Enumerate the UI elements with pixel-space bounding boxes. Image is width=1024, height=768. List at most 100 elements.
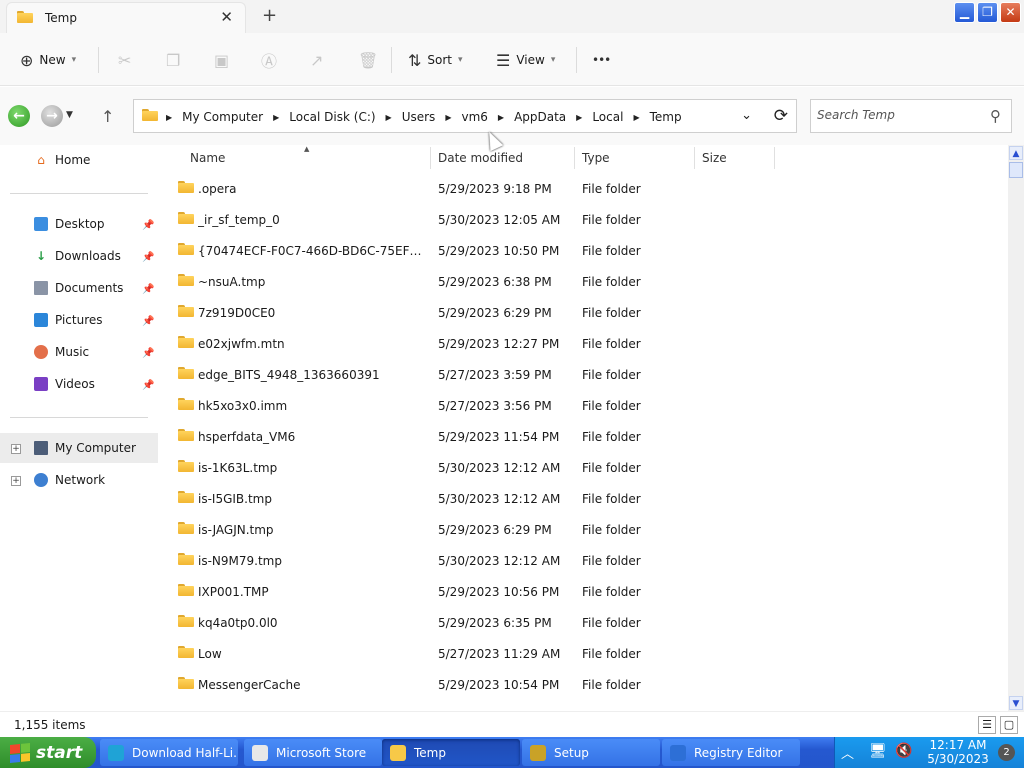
table-row[interactable]: 7z919D0CE0 5/29/2023 6:29 PM File folder xyxy=(158,297,1008,328)
table-row[interactable]: is-JAGJN.tmp 5/29/2023 6:29 PM File folder xyxy=(158,514,1008,545)
column-header-name[interactable]: Name xyxy=(190,151,225,165)
search-input[interactable] xyxy=(817,108,977,122)
notification-badge[interactable]: 2 xyxy=(998,744,1015,761)
address-bar[interactable]: ▶ My Computer ▶ Local Disk (C:) ▶ Users … xyxy=(133,99,797,133)
table-row[interactable]: kq4a0tp0.0l0 5/29/2023 6:35 PM File folder xyxy=(158,607,1008,638)
breadcrumb-separator-icon[interactable]: ▶ xyxy=(633,113,639,122)
expand-icon[interactable]: + xyxy=(11,444,21,454)
view-button[interactable]: ☰ View ▾ xyxy=(496,49,555,71)
paste-button[interactable]: ▣ xyxy=(214,49,229,71)
scroll-thumb[interactable] xyxy=(1009,162,1023,178)
recent-locations-icon[interactable]: ▼ xyxy=(66,110,73,120)
taskbar-item-label: Registry Editor xyxy=(694,745,783,760)
sidebar-item-home[interactable]: ⌂ Home xyxy=(34,153,90,167)
new-tab-button[interactable]: + xyxy=(262,5,277,26)
forward-button[interactable]: → xyxy=(41,105,63,127)
table-row[interactable]: e02xjwfm.mtn 5/29/2023 12:27 PM File folde… xyxy=(158,328,1008,359)
vertical-scrollbar[interactable]: ▲ ▼ xyxy=(1008,145,1024,711)
back-button[interactable]: ← xyxy=(8,105,30,127)
expand-icon[interactable]: + xyxy=(11,476,21,486)
new-button[interactable]: ⊕ New ▾ xyxy=(20,49,76,71)
refresh-icon[interactable]: ⟳ xyxy=(774,106,788,126)
scroll-up-icon[interactable]: ▲ xyxy=(1009,146,1023,160)
table-row[interactable]: ~nsuA.tmp 5/29/2023 6:38 PM File folder xyxy=(158,266,1008,297)
tiles-view-icon[interactable]: ▢ xyxy=(1000,716,1018,734)
table-row[interactable]: MessengerCache 5/29/2023 10:54 PM File fol… xyxy=(158,669,1008,700)
table-row[interactable]: hsperfdata_VM6 5/29/2023 11:54 PM File fol… xyxy=(158,421,1008,452)
sidebar-item-my-computer[interactable]: My Computer xyxy=(34,441,136,455)
rename-button[interactable]: Ⓐ xyxy=(261,49,277,71)
column-header-size[interactable]: Size xyxy=(702,151,727,165)
table-row[interactable]: IXP001.TMP 5/29/2023 10:56 PM File folder xyxy=(158,576,1008,607)
sidebar-item-pictures[interactable]: Pictures xyxy=(34,313,103,327)
breadcrumb-users[interactable]: Users xyxy=(402,110,436,124)
pin-icon[interactable]: 📌 xyxy=(142,316,154,327)
column-header-type[interactable]: Type xyxy=(582,151,610,165)
more-options-button[interactable]: ••• xyxy=(592,49,611,71)
table-row[interactable]: edge_BITS_4948_1363660391 5/27/2023 3:59 … xyxy=(158,359,1008,390)
pin-icon[interactable]: 📌 xyxy=(142,380,154,391)
show-hidden-icons-icon[interactable]: ︿ xyxy=(841,743,854,762)
breadcrumb-appdata[interactable]: AppData xyxy=(514,110,566,124)
breadcrumb-separator-icon[interactable]: ▶ xyxy=(576,113,582,122)
taskbar-item[interactable]: Registry Editor xyxy=(662,739,800,766)
sidebar-item-documents[interactable]: Documents xyxy=(34,281,123,295)
delete-button[interactable]: 🗑 xyxy=(358,49,378,71)
breadcrumb-separator-icon[interactable]: ▶ xyxy=(498,113,504,122)
cut-button[interactable]: ✂ xyxy=(118,49,131,71)
sidebar-item-downloads[interactable]: ↓ Downloads xyxy=(34,249,121,263)
sort-icon: ⇅ xyxy=(408,50,422,70)
breadcrumb-local[interactable]: Local xyxy=(592,110,623,124)
copy-button[interactable]: ❐ xyxy=(166,49,180,71)
start-button[interactable]: start xyxy=(0,737,96,768)
table-row[interactable]: hk5xo3x0.imm 5/27/2023 3:56 PM File folder xyxy=(158,390,1008,421)
breadcrumb-separator-icon[interactable]: ▶ xyxy=(445,113,451,122)
taskbar-item[interactable]: Temp xyxy=(382,739,520,766)
sidebar-item-label: My Computer xyxy=(55,441,136,455)
taskbar-item[interactable]: Download Half-Li... xyxy=(100,739,238,766)
breadcrumb-my-computer[interactable]: My Computer xyxy=(182,110,263,124)
breadcrumb-vm6[interactable]: vm6 xyxy=(461,110,487,124)
table-row[interactable]: {70474ECF-F0C7-466D-BD6C-75EF9CBE9... 5/2… xyxy=(158,235,1008,266)
sidebar-item-desktop[interactable]: Desktop xyxy=(34,217,105,231)
sidebar-item-network[interactable]: Network xyxy=(34,473,105,487)
breadcrumb-separator-icon[interactable]: ▶ xyxy=(273,113,279,122)
table-row[interactable]: is-N9M79.tmp 5/30/2023 12:12 AM File folde… xyxy=(158,545,1008,576)
minimize-button[interactable]: ▁ xyxy=(954,2,975,23)
tab-temp[interactable]: Temp ✕ xyxy=(6,2,246,33)
file-date: 5/29/2023 10:50 PM xyxy=(438,244,560,258)
column-header-date[interactable]: Date modified xyxy=(438,151,523,165)
breadcrumb-separator-icon[interactable]: ▶ xyxy=(166,113,172,122)
breadcrumb-local-disk[interactable]: Local Disk (C:) xyxy=(289,110,375,124)
pin-icon[interactable]: 📌 xyxy=(142,220,154,231)
scroll-down-icon[interactable]: ▼ xyxy=(1009,696,1023,710)
network-tray-icon[interactable]: 🖥 xyxy=(869,743,887,759)
search-box[interactable]: ⚲ xyxy=(810,99,1012,133)
clock[interactable]: 12:17 AM 5/30/2023 xyxy=(923,738,993,766)
breadcrumb-temp[interactable]: Temp xyxy=(650,110,682,124)
pin-icon[interactable]: 📌 xyxy=(142,252,154,263)
sidebar-item-videos[interactable]: Videos xyxy=(34,377,95,391)
breadcrumb-separator-icon[interactable]: ▶ xyxy=(386,113,392,122)
pin-icon[interactable]: 📌 xyxy=(142,284,154,295)
taskbar-item[interactable]: Microsoft Store xyxy=(244,739,382,766)
volume-muted-icon[interactable]: 🔇 xyxy=(895,743,912,759)
address-history-chevron-icon[interactable]: ⌄ xyxy=(741,108,752,123)
table-row[interactable]: .opera 5/29/2023 9:18 PM File folder xyxy=(158,173,1008,204)
details-view-icon[interactable]: ☰ xyxy=(978,716,996,734)
taskbar-item[interactable]: Setup xyxy=(522,739,660,766)
sort-button[interactable]: ⇅ Sort ▾ xyxy=(408,49,463,71)
close-window-button[interactable]: ✕ xyxy=(1000,2,1021,23)
pin-icon[interactable]: 📌 xyxy=(142,348,154,359)
folder-icon xyxy=(178,398,194,413)
close-tab-icon[interactable]: ✕ xyxy=(220,8,233,26)
table-row[interactable]: _ir_sf_temp_0 5/30/2023 12:05 AM File fold… xyxy=(158,204,1008,235)
table-row[interactable]: is-I5GIB.tmp 5/30/2023 12:12 AM File folde… xyxy=(158,483,1008,514)
table-row[interactable]: is-1K63L.tmp 5/30/2023 12:12 AM File folde… xyxy=(158,452,1008,483)
search-icon[interactable]: ⚲ xyxy=(990,107,1001,125)
up-arrow-icon[interactable]: ↑ xyxy=(101,107,114,126)
share-button[interactable]: ↗ xyxy=(310,49,323,71)
sidebar-item-music[interactable]: Music xyxy=(34,345,89,359)
maximize-button[interactable]: ❐ xyxy=(977,2,998,23)
table-row[interactable]: Low 5/27/2023 11:29 AM File folder xyxy=(158,638,1008,669)
